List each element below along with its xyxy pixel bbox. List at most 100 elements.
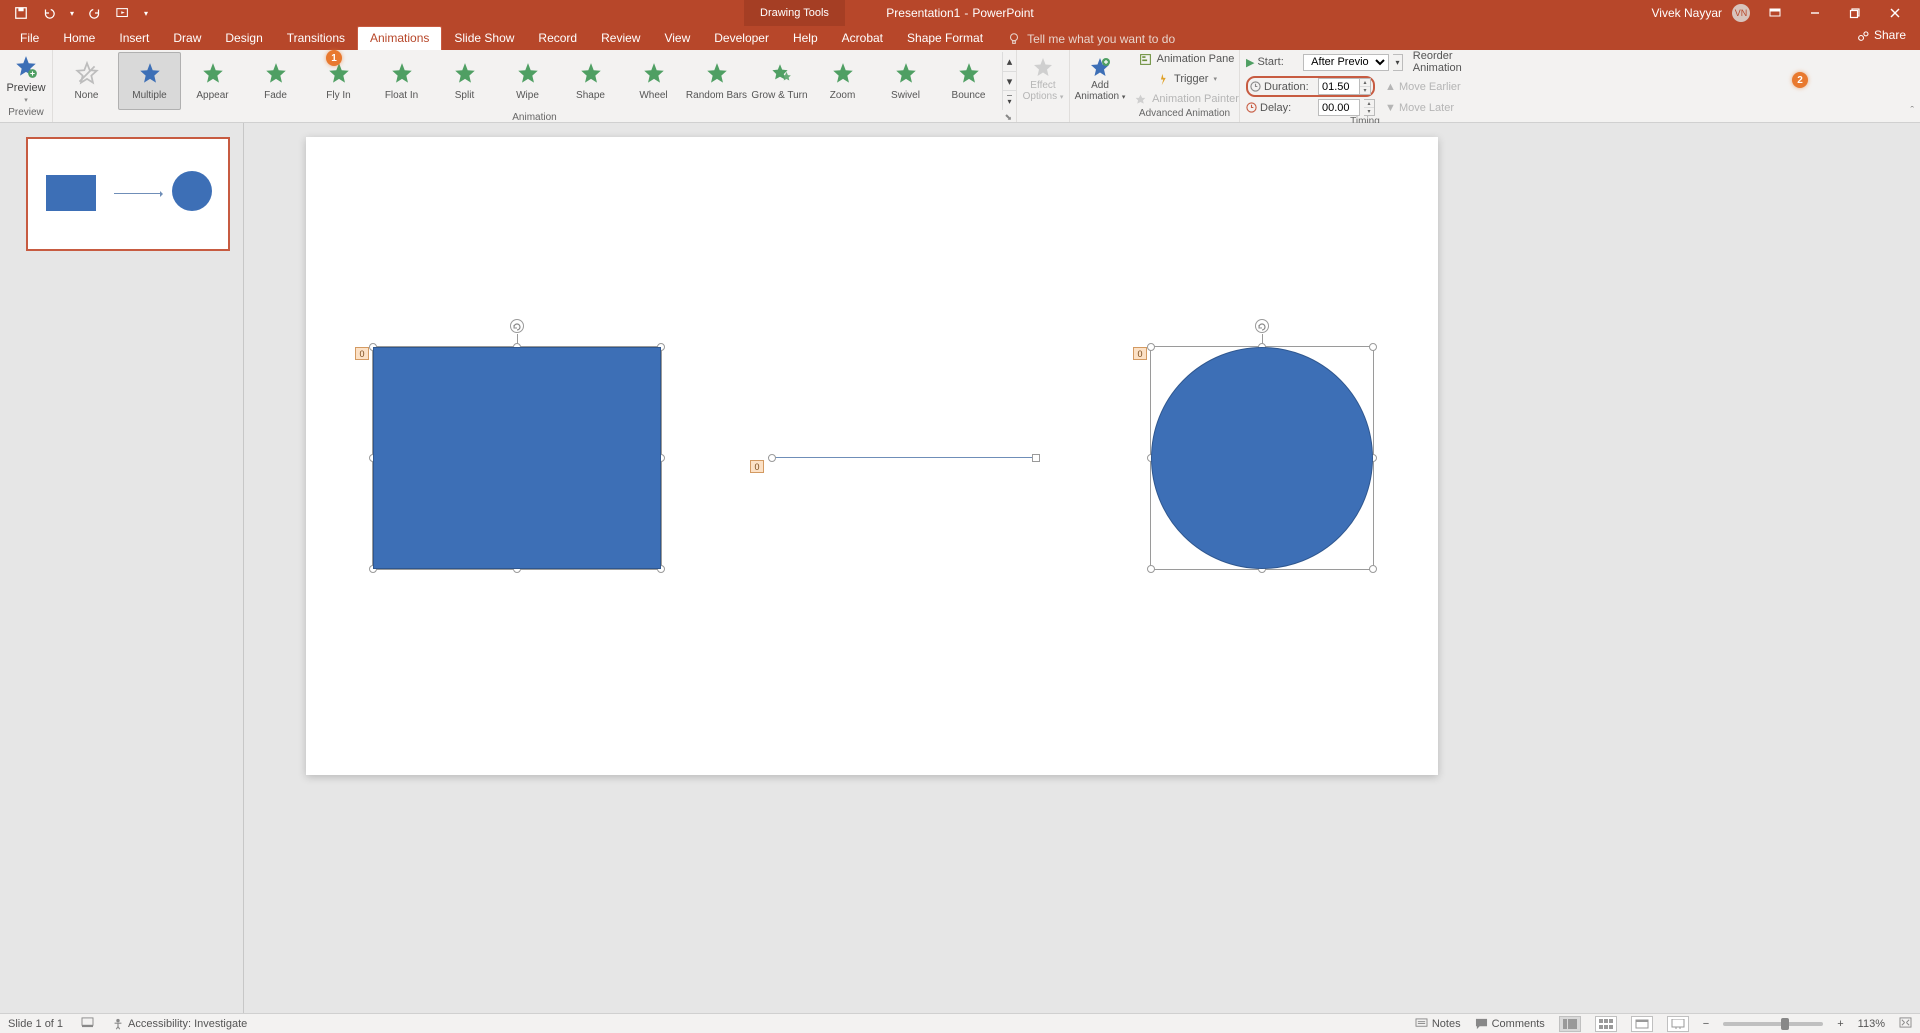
trigger-button[interactable]: Trigger ▾: [1156, 70, 1217, 88]
slide-canvas[interactable]: 0 0 0: [306, 137, 1438, 775]
tab-file[interactable]: File: [8, 27, 51, 50]
tab-developer[interactable]: Developer: [702, 27, 781, 50]
slide-editing-area[interactable]: 0 0 0: [244, 123, 1920, 1013]
tab-acrobat[interactable]: Acrobat: [830, 27, 895, 50]
slide-thumbnail-1[interactable]: [26, 137, 230, 251]
gallery-item-split[interactable]: Split: [433, 52, 496, 110]
undo-icon[interactable]: [42, 6, 56, 20]
tab-record[interactable]: Record: [526, 27, 589, 50]
animation-dialog-launcher[interactable]: ⬊: [1004, 112, 1012, 123]
restore-button[interactable]: [1840, 0, 1870, 26]
save-icon[interactable]: [14, 6, 28, 20]
zoom-slider-thumb[interactable]: [1781, 1018, 1789, 1030]
slide-indicator[interactable]: Slide 1 of 1: [8, 1018, 63, 1030]
collapse-ribbon-button[interactable]: ˆ: [1910, 105, 1914, 117]
zoom-level[interactable]: 113%: [1858, 1018, 1885, 1030]
gallery-item-zoom[interactable]: Zoom: [811, 52, 874, 110]
tab-help[interactable]: Help: [781, 27, 830, 50]
start-dropdown-arrow[interactable]: ▾: [1393, 54, 1403, 71]
slide-thumbnail-pane[interactable]: 1 ⋆: [0, 123, 244, 1013]
gallery-item-none[interactable]: None: [55, 52, 118, 110]
gallery-item-floatin[interactable]: Float In: [370, 52, 433, 110]
gallery-item-growturn[interactable]: Grow & Turn: [748, 52, 811, 110]
accessibility-label: Accessibility: Investigate: [128, 1018, 247, 1030]
resize-handle[interactable]: [1369, 343, 1377, 351]
redo-icon[interactable]: [88, 6, 102, 20]
tab-insert[interactable]: Insert: [107, 27, 161, 50]
slide-sorter-view-button[interactable]: [1595, 1016, 1617, 1032]
duration-input[interactable]: [1318, 78, 1360, 95]
gallery-more[interactable]: ▾: [1003, 91, 1016, 110]
resize-handle[interactable]: [1147, 343, 1155, 351]
resize-handle[interactable]: [1369, 565, 1377, 573]
rotate-handle[interactable]: [1255, 319, 1269, 333]
gallery-item-swivel[interactable]: Swivel: [874, 52, 937, 110]
start-select[interactable]: After Previous: [1303, 54, 1389, 71]
tab-slideshow[interactable]: Slide Show: [442, 27, 526, 50]
animation-order-tag-line[interactable]: 0: [750, 460, 764, 473]
user-avatar[interactable]: VN: [1732, 4, 1750, 22]
effect-options-line2: Options: [1023, 91, 1057, 102]
line-handle-right[interactable]: [1032, 454, 1040, 462]
zoom-out-button[interactable]: −: [1703, 1018, 1709, 1030]
normal-view-button[interactable]: [1559, 1016, 1581, 1032]
preview-button[interactable]: Preview ▾: [6, 54, 45, 104]
shape-line[interactable]: 0: [768, 457, 1038, 458]
gallery-item-multiple[interactable]: Multiple: [118, 52, 181, 110]
slideshow-view-button[interactable]: [1667, 1016, 1689, 1032]
gallery-item-wipe[interactable]: Wipe: [496, 52, 559, 110]
tab-review[interactable]: Review: [589, 27, 652, 50]
accessibility-checker[interactable]: Accessibility: Investigate: [112, 1018, 247, 1030]
ribbon-display-options-icon[interactable]: [1760, 0, 1790, 26]
comments-button[interactable]: Comments: [1475, 1018, 1545, 1030]
selection-rect[interactable]: 0: [372, 346, 662, 570]
minimize-button[interactable]: [1800, 0, 1830, 26]
undo-dropdown-icon[interactable]: ▾: [70, 9, 74, 18]
tab-transitions[interactable]: Transitions: [275, 27, 357, 50]
tab-design[interactable]: Design: [213, 27, 274, 50]
delay-spinner[interactable]: ▴▾: [1364, 99, 1375, 116]
tell-me-search[interactable]: Tell me what you want to do: [995, 28, 1187, 50]
resize-handle[interactable]: [1147, 565, 1155, 573]
gallery-item-bounce[interactable]: Bounce: [937, 52, 1000, 110]
zoom-slider[interactable]: [1723, 1022, 1823, 1026]
gallery-item-fade[interactable]: Fade: [244, 52, 307, 110]
line-handle-left[interactable]: [768, 454, 776, 462]
rotate-handle[interactable]: [510, 319, 524, 333]
gallery-item-label: Wheel: [639, 90, 667, 101]
tab-draw[interactable]: Draw: [161, 27, 213, 50]
close-button[interactable]: [1880, 0, 1910, 26]
shape-circle[interactable]: [1151, 347, 1373, 569]
qat-customize-icon[interactable]: ▾: [144, 9, 148, 18]
gallery-star-icon: [704, 61, 730, 87]
notes-toggle-statusbar-icon[interactable]: [81, 1017, 94, 1031]
fit-to-window-button[interactable]: [1899, 1017, 1912, 1031]
gallery-scroll-up[interactable]: ▴: [1003, 52, 1016, 72]
animation-order-tag-rect[interactable]: 0: [355, 347, 369, 360]
gallery-item-wheel[interactable]: Wheel: [622, 52, 685, 110]
reorder-animation-button[interactable]: Reorder Animation: [1413, 50, 1484, 74]
animation-pane-button[interactable]: Animation Pane: [1139, 50, 1235, 68]
tab-home[interactable]: Home: [51, 27, 107, 50]
gallery-scroll-down[interactable]: ▾: [1003, 72, 1016, 92]
animation-order-tag-circle[interactable]: 0: [1133, 347, 1147, 360]
selection-circle[interactable]: 0: [1150, 346, 1374, 570]
clock-icon: [1250, 81, 1261, 92]
zoom-in-button[interactable]: +: [1837, 1018, 1843, 1030]
notes-button[interactable]: Notes: [1415, 1018, 1461, 1030]
user-name[interactable]: Vivek Nayyar: [1652, 6, 1722, 20]
add-animation-button[interactable]: Add Animation ▾: [1075, 80, 1126, 102]
duration-spinner[interactable]: ▴▾: [1360, 78, 1371, 95]
tab-view[interactable]: View: [652, 27, 702, 50]
shape-rectangle[interactable]: [373, 347, 661, 569]
reading-view-button[interactable]: [1631, 1016, 1653, 1032]
animation-gallery: NoneMultipleAppearFadeFly InFloat InSpli…: [53, 50, 1002, 112]
start-from-beginning-icon[interactable]: [116, 6, 130, 20]
delay-input[interactable]: [1318, 99, 1360, 116]
share-button[interactable]: Share: [1857, 28, 1906, 42]
gallery-item-shape[interactable]: Shape: [559, 52, 622, 110]
gallery-item-appear[interactable]: Appear: [181, 52, 244, 110]
tab-animations[interactable]: Animations: [357, 26, 442, 50]
gallery-item-randombars[interactable]: Random Bars: [685, 52, 748, 110]
tab-shape-format[interactable]: Shape Format: [895, 27, 995, 50]
